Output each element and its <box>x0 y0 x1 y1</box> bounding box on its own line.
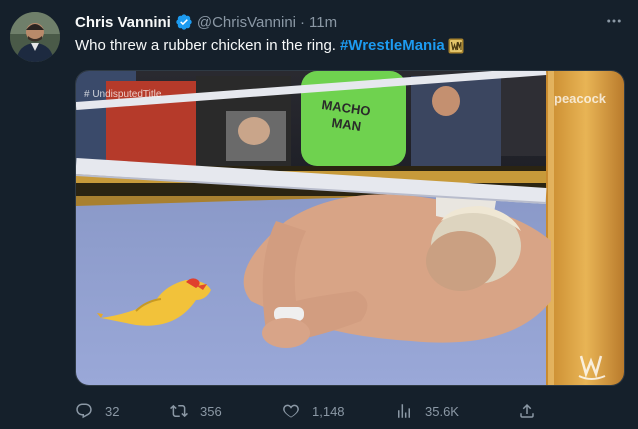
verified-badge-icon[interactable] <box>175 13 193 31</box>
peacock-watermark: peacock <box>554 91 607 106</box>
heart-icon <box>283 404 299 418</box>
tweet-media-image[interactable]: MACHO MAN # UndisputedTitle peacock <box>75 70 625 386</box>
views-chart-icon <box>398 404 410 418</box>
reply-button[interactable]: 32 <box>75 398 119 424</box>
share-icon <box>520 403 534 418</box>
views-count: 35.6K <box>425 403 459 419</box>
more-options-button[interactable] <box>604 12 624 30</box>
retweet-button[interactable]: 356 <box>170 398 222 424</box>
tweet-header: Chris Vannini @ChrisVannini · 11m <box>75 12 337 32</box>
tweet-body: Who threw a rubber chicken in the ring. <box>75 37 336 54</box>
share-button[interactable] <box>518 398 536 424</box>
display-name[interactable]: Chris Vannini <box>75 14 171 31</box>
like-button[interactable]: 1,148 <box>282 398 345 424</box>
tweet-text: Who threw a rubber chicken in the ring. … <box>75 37 464 54</box>
hashtag-watermark: # UndisputedTitle <box>84 89 162 100</box>
timestamp[interactable]: 11m <box>309 14 337 31</box>
reply-icon <box>76 403 92 419</box>
reply-count: 32 <box>105 403 120 419</box>
avatar-photo <box>10 12 60 62</box>
separator-dot: · <box>300 13 306 31</box>
retweet-icon <box>170 404 188 418</box>
avatar[interactable] <box>10 12 60 62</box>
wrestlemania-hashflag-icon <box>448 38 464 53</box>
like-count: 1,148 <box>312 403 345 419</box>
wrestling-photo: MACHO MAN # UndisputedTitle peacock <box>76 71 624 385</box>
views-button[interactable]: 35.6K <box>395 398 459 424</box>
retweet-count: 356 <box>200 403 222 419</box>
tweet-actions: 32 356 1,148 35.6K <box>75 398 555 424</box>
ellipsis-icon <box>607 19 621 23</box>
handle[interactable]: @ChrisVannini <box>197 14 296 31</box>
tweet[interactable]: Chris Vannini @ChrisVannini · 11m Who th… <box>0 0 638 429</box>
hashtag-link[interactable]: #WrestleMania <box>340 37 445 54</box>
